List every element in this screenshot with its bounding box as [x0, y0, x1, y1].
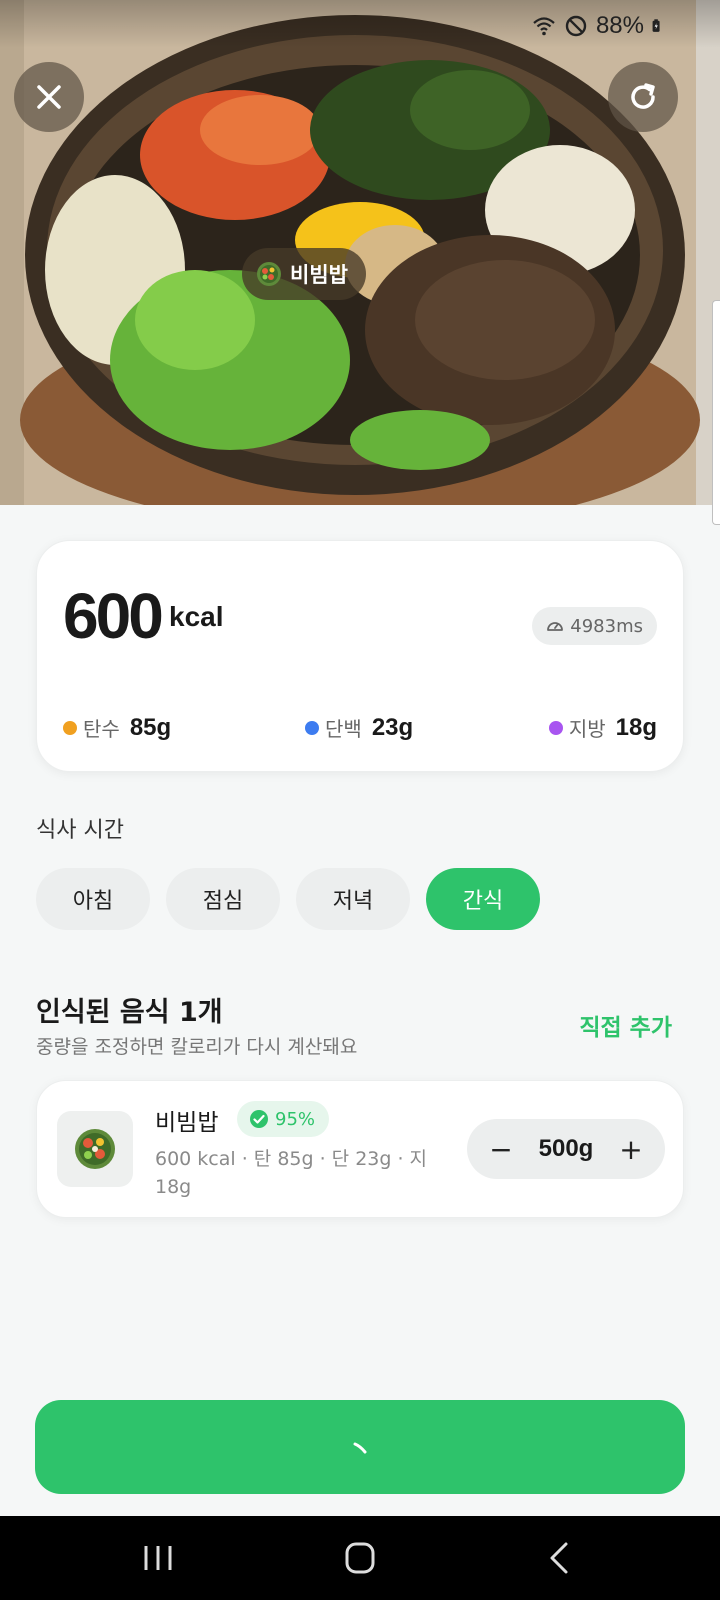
macro-value: 23g: [371, 713, 414, 741]
meal-tab-breakfast[interactable]: 아침: [36, 868, 150, 930]
weight-stepper: − 500g +: [467, 1119, 665, 1179]
refresh-icon: [631, 83, 655, 109]
weight-value[interactable]: 500g: [539, 1135, 594, 1163]
food-nutrition-detail: 600 kcal · 탄 85g · 단 23g · 지 18g: [155, 1148, 428, 1198]
do-not-disturb-icon: [565, 15, 587, 37]
macro-label: 지방: [568, 717, 606, 741]
close-icon: [37, 85, 61, 109]
meal-tab-dinner[interactable]: 저녁: [296, 868, 410, 930]
food-name: 비빔밥: [155, 1110, 219, 1136]
analysis-time-badge: 4983ms: [532, 607, 657, 645]
food-item-card: 비빔밥 95% 600 kcal · 탄 85g · 단 23g · 지 18g…: [36, 1080, 684, 1218]
calorie-summary-card: 600 kcal 4983ms 탄수 85g 단백 23g 지방 18g: [36, 540, 684, 772]
battery-percent: 88%: [595, 12, 644, 39]
retake-button[interactable]: [608, 62, 678, 132]
recent-apps-icon[interactable]: [138, 1540, 178, 1576]
detected-food-name: 비빔밥: [290, 263, 348, 287]
home-icon[interactable]: [340, 1540, 380, 1576]
add-manually-link[interactable]: 직접 추가: [579, 1008, 672, 1042]
meal-time-selector: 아침 점심 저녁 간식: [36, 868, 540, 930]
battery-charging-icon: [652, 19, 660, 32]
meal-tab-snack[interactable]: 간식: [426, 868, 540, 930]
speedometer-icon: [547, 622, 564, 631]
recognized-foods-title: 인식된 음식 1개: [36, 997, 223, 1028]
carb-dot: [63, 720, 77, 735]
food-thumbnail: [57, 1111, 133, 1187]
wifi-icon: [533, 17, 555, 36]
macro-label: 탄수: [83, 717, 120, 741]
close-button[interactable]: [14, 62, 84, 132]
calorie-value: 600: [63, 580, 164, 652]
confidence-value: 95%: [275, 1108, 316, 1130]
bibimbap-bowl-icon: [257, 262, 281, 286]
verified-check-icon: [250, 1110, 268, 1128]
macro-value: 18g: [615, 713, 657, 741]
bibimbap-bowl-icon: [75, 1129, 115, 1169]
recognized-foods-subtitle: 중량을 조정하면 칼로리가 다시 계산돼요: [36, 1036, 358, 1058]
back-icon[interactable]: [540, 1540, 580, 1576]
system-navigation-bar: [0, 1516, 720, 1600]
macro-protein: 단백 23g: [305, 713, 413, 742]
detected-food-tag[interactable]: 비빔밥: [242, 248, 366, 300]
status-bar: 88%: [0, 0, 720, 48]
loading-spinner-icon: [353, 1442, 367, 1454]
macro-label: 단백: [325, 717, 362, 741]
decrease-weight-button[interactable]: −: [487, 1133, 515, 1166]
meal-time-label: 식사 시간: [36, 818, 124, 843]
calorie-unit: kcal: [169, 601, 224, 632]
meal-tab-lunch[interactable]: 점심: [166, 868, 280, 930]
save-button[interactable]: [35, 1400, 685, 1494]
macro-fat: 지방 18g: [548, 713, 657, 742]
increase-weight-button[interactable]: +: [617, 1133, 645, 1166]
macro-value: 85g: [129, 713, 172, 741]
macro-carb: 탄수 85g: [63, 713, 171, 742]
protein-dot: [305, 720, 319, 735]
food-photo: 88% 비빔밥: [0, 0, 720, 505]
fat-dot: [548, 720, 563, 735]
scrollbar[interactable]: [712, 300, 720, 525]
analysis-time: 4983ms: [570, 615, 643, 637]
confidence-badge: 95%: [237, 1101, 330, 1137]
